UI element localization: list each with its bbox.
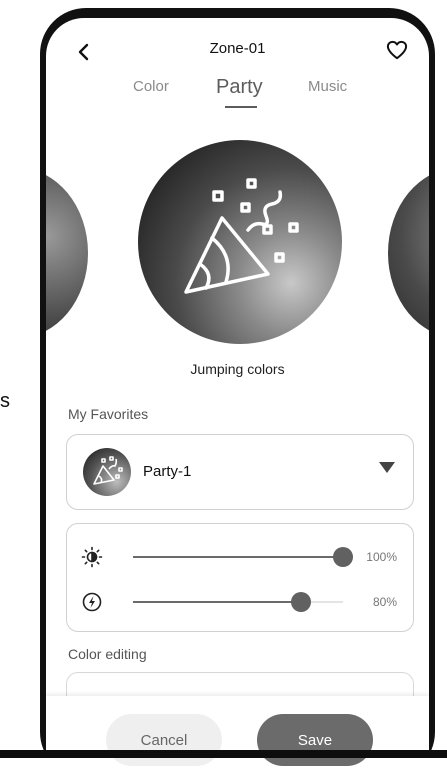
speed-row: 80% [67, 587, 413, 617]
brightness-value: 100% [366, 550, 397, 564]
speed-value: 80% [372, 595, 397, 609]
scene-carousel-previous[interactable] [46, 168, 88, 338]
mode-tabs: Color Party Music [46, 76, 429, 120]
party-popper-icon [184, 178, 299, 294]
page-title: Zone-01 [209, 40, 266, 57]
party-popper-icon [93, 456, 123, 485]
dropdown-arrow-icon[interactable] [379, 462, 395, 473]
active-tab-indicator [225, 106, 257, 108]
favorite-selected-name: Party-1 [143, 463, 192, 480]
cancel-button[interactable]: Cancel [106, 714, 222, 766]
color-editing-label: Color editing [68, 646, 147, 662]
bottom-edge-bar [0, 750, 447, 758]
phone-screen: Zone-01 Color Party Music Jumping colors… [46, 18, 429, 778]
speed-icon [81, 591, 103, 613]
tab-music[interactable]: Music [308, 78, 347, 95]
favorites-label: My Favorites [68, 406, 149, 422]
header: Zone-01 [46, 18, 429, 78]
brightness-icon [81, 546, 103, 568]
tab-party[interactable]: Party [216, 76, 263, 99]
settings-sliders-card: 100% 80% [66, 523, 414, 632]
side-fragment-text: s [0, 390, 10, 412]
heart-icon[interactable] [383, 36, 411, 64]
scene-carousel-current[interactable] [138, 140, 342, 344]
save-button[interactable]: Save [257, 714, 373, 766]
speed-slider-fill [133, 601, 301, 603]
favorite-thumbnail [83, 448, 131, 496]
brightness-row: 100% [67, 542, 413, 572]
footer-actions: Cancel Save [46, 696, 429, 778]
speed-slider-thumb[interactable] [291, 592, 311, 612]
favorites-dropdown[interactable]: Party-1 [66, 434, 414, 510]
brightness-slider-thumb[interactable] [333, 547, 353, 567]
brightness-slider-fill [133, 556, 343, 558]
scene-name: Jumping colors [190, 361, 285, 377]
scene-carousel-next[interactable] [388, 168, 429, 338]
brightness-slider[interactable] [133, 547, 353, 567]
speed-slider[interactable] [133, 592, 343, 612]
tab-color[interactable]: Color [133, 78, 169, 95]
